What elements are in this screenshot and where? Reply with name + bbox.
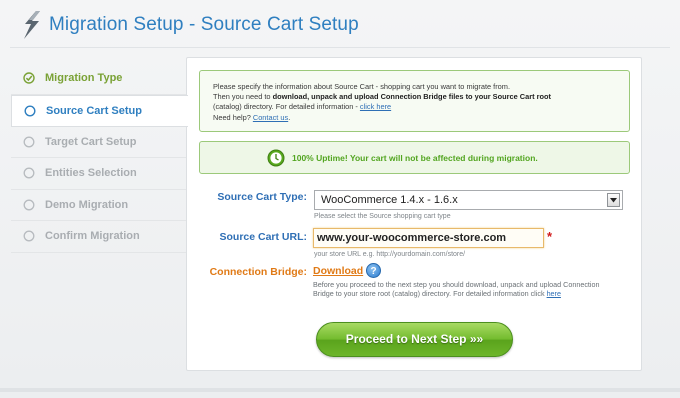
source-cart-url-label: Source Cart URL:	[219, 231, 307, 243]
source-cart-type-select[interactable]: WooCommerce 1.4.x - 1.6.x	[314, 190, 623, 210]
page-header: Migration Setup - Source Cart Setup	[0, 0, 680, 55]
sidebar-item-label: Source Cart Setup	[46, 104, 142, 117]
instructions-line: Please specify the information about Sou…	[213, 82, 511, 91]
pending-step-circle-icon	[23, 230, 35, 242]
connection-bridge-label: Connection Bridge:	[209, 266, 307, 278]
uptime-text: 100% Uptime! Your cart will not be affec…	[292, 152, 538, 163]
sidebar-item-label: Migration Type	[45, 72, 123, 85]
source-cart-url-hint: your store URL e.g. http://yourdomain.co…	[314, 251, 466, 258]
sidebar-item-entities-selection[interactable]: Entities Selection	[11, 158, 187, 190]
required-asterisk: *	[547, 229, 553, 244]
chevron-down-icon[interactable]	[607, 193, 620, 207]
active-step-circle-icon	[24, 104, 36, 117]
check-circle-icon	[23, 72, 35, 84]
pending-step-circle-icon	[23, 136, 35, 148]
sidebar-item-source-cart-setup[interactable]: Source Cart Setup	[11, 94, 188, 127]
footer-divider	[0, 388, 680, 392]
steps-sidebar: Migration Type Source Cart Setup Target …	[11, 63, 188, 253]
sidebar-item-label: Target Cart Setup	[45, 135, 137, 148]
click-here-link[interactable]: click here	[360, 102, 391, 111]
bridge-here-link[interactable]: here	[547, 289, 561, 298]
lightning-logo-icon	[24, 11, 40, 39]
instructions-line: Need help? Contact us.	[213, 112, 291, 122]
sidebar-item-migration-type[interactable]: Migration Type	[11, 63, 187, 95]
page-title: Migration Setup - Source Cart Setup	[49, 14, 359, 35]
source-cart-panel: Please specify the information about Sou…	[186, 57, 642, 371]
pending-step-circle-icon	[23, 167, 35, 179]
source-cart-type-value: WooCommerce 1.4.x - 1.6.x	[321, 194, 458, 206]
pending-step-circle-icon	[23, 199, 35, 211]
instructions-box: Please specify the information about Sou…	[199, 70, 630, 132]
proceed-next-step-button[interactable]: Proceed to Next Step »»	[316, 322, 513, 357]
sidebar-item-confirm-migration[interactable]: Confirm Migration	[11, 221, 187, 253]
source-cart-type-label: Source Cart Type:	[217, 191, 307, 203]
sidebar-item-demo-migration[interactable]: Demo Migration	[11, 190, 187, 221]
sidebar-item-label: Entities Selection	[45, 167, 137, 180]
download-bridge-link[interactable]: Download	[313, 265, 363, 277]
clock-icon	[267, 149, 285, 166]
instructions-line: (catalog) directory. For detailed inform…	[213, 102, 392, 112]
sidebar-item-target-cart-setup[interactable]: Target Cart Setup	[11, 127, 187, 158]
help-icon[interactable]: ?	[366, 263, 381, 278]
sidebar-item-label: Demo Migration	[45, 198, 129, 211]
header-divider	[10, 47, 670, 48]
source-cart-url-input[interactable]: www.your-woocommerce-store.com	[313, 228, 544, 248]
instructions-line: Then you need to download, unpack and up…	[213, 92, 551, 102]
source-cart-type-hint: Please select the Source shopping cart t…	[314, 213, 451, 220]
uptime-notice: 100% Uptime! Your cart will not be affec…	[199, 141, 630, 174]
contact-us-link[interactable]: Contact us	[253, 113, 288, 122]
sidebar-item-label: Confirm Migration	[45, 230, 140, 243]
connection-bridge-instructions: Before you proceed to the next step you …	[313, 280, 600, 298]
